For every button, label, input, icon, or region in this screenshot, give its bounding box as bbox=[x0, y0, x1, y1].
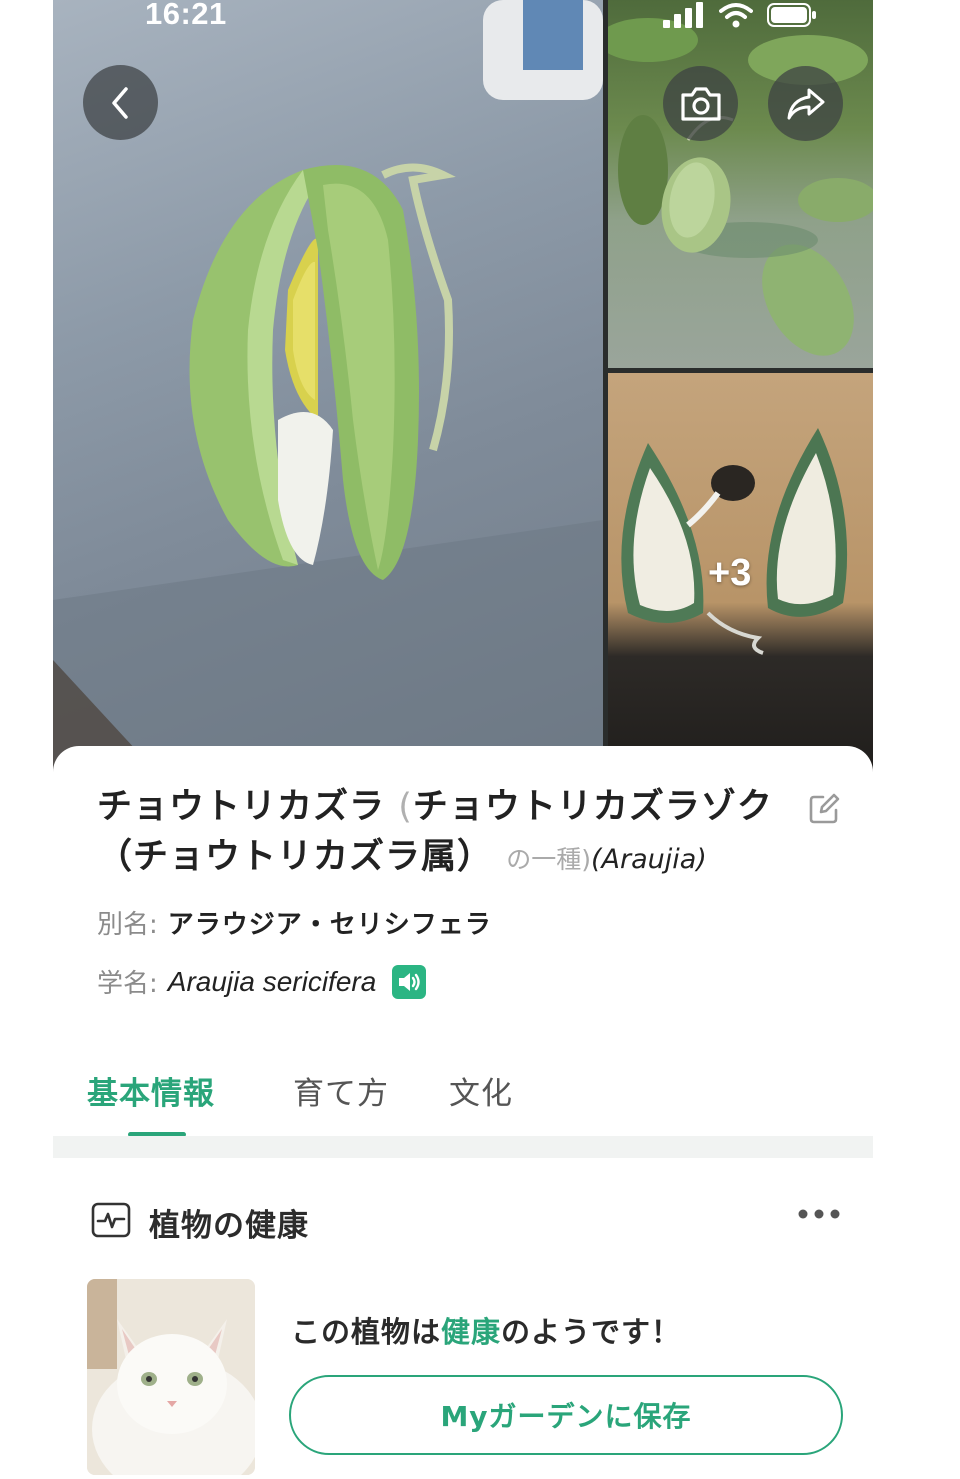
detail-tabs: 基本情報 育て方 文化 bbox=[53, 1056, 873, 1137]
plant-detail-screen: 16:21 +3 チョウトリカズラ (チョウトリカズラゾク（チョウトリカズラ属）… bbox=[53, 0, 873, 1479]
alias-label: 別名: bbox=[97, 910, 158, 940]
health-status-highlight: 健康 bbox=[441, 1315, 502, 1349]
pronounce-button[interactable] bbox=[392, 964, 427, 999]
share-button[interactable] bbox=[768, 66, 843, 141]
health-section-title: 植物の健康 bbox=[149, 1208, 309, 1244]
plant-photo-2[interactable] bbox=[608, 0, 873, 368]
section-divider bbox=[53, 1136, 873, 1158]
camera-button[interactable] bbox=[663, 66, 738, 141]
edit-name-button[interactable] bbox=[807, 792, 841, 830]
health-photo-thumbnail[interactable] bbox=[87, 1279, 255, 1475]
alias-value: アラウジア・セリシフェラ bbox=[167, 910, 492, 940]
battery-icon bbox=[767, 3, 816, 27]
plant-info-sheet: チョウトリカズラ (チョウトリカズラゾク（チョウトリカズラ属） の一種)(Ara… bbox=[53, 746, 873, 1479]
back-button[interactable] bbox=[83, 65, 158, 140]
health-section-header: 植物の健康 bbox=[91, 1200, 841, 1244]
health-status-suffix: のようです！ bbox=[501, 1315, 682, 1349]
alias-row: 別名: アラウジア・セリシフェラ bbox=[97, 904, 492, 941]
scientific-name-value: Araujia sericifera bbox=[167, 965, 377, 997]
camera-icon bbox=[680, 86, 721, 121]
back-icon bbox=[111, 86, 128, 119]
signal-icon bbox=[663, 2, 703, 28]
health-status-text: この植物は健康のようです！ bbox=[291, 1309, 681, 1351]
health-status-prefix: この植物は bbox=[291, 1315, 442, 1349]
speaker-icon bbox=[399, 972, 420, 991]
plant-common-name: チョウトリカズラ bbox=[97, 787, 386, 827]
status-indicators bbox=[663, 2, 817, 28]
more-photos-count[interactable]: +3 bbox=[708, 552, 751, 595]
tab-care[interactable]: 育て方 bbox=[293, 1068, 389, 1113]
scientific-name-row: 学名: Araujia sericifera bbox=[97, 963, 427, 1000]
more-icon[interactable] bbox=[797, 1208, 841, 1220]
title-paren-open: ( bbox=[398, 787, 413, 827]
plant-title: チョウトリカズラ (チョウトリカズラゾク（チョウトリカズラ属） の一種)(Ara… bbox=[97, 782, 797, 885]
tab-culture[interactable]: 文化 bbox=[449, 1068, 513, 1113]
status-time: 16:21 bbox=[145, 0, 227, 31]
title-suffix: の一種) bbox=[506, 845, 591, 874]
plant-latin-genus: (Araujia) bbox=[590, 844, 707, 875]
tab-basic-info[interactable]: 基本情報 bbox=[87, 1068, 215, 1113]
photo-gallery: 16:21 +3 bbox=[53, 0, 873, 790]
wifi-icon bbox=[719, 3, 753, 28]
save-to-garden-button[interactable]: Myガーデンに保存 bbox=[289, 1375, 843, 1455]
edit-icon bbox=[809, 793, 840, 824]
health-pulse-icon bbox=[91, 1202, 131, 1238]
scientific-name-label: 学名: bbox=[97, 969, 158, 999]
share-icon bbox=[787, 88, 824, 119]
